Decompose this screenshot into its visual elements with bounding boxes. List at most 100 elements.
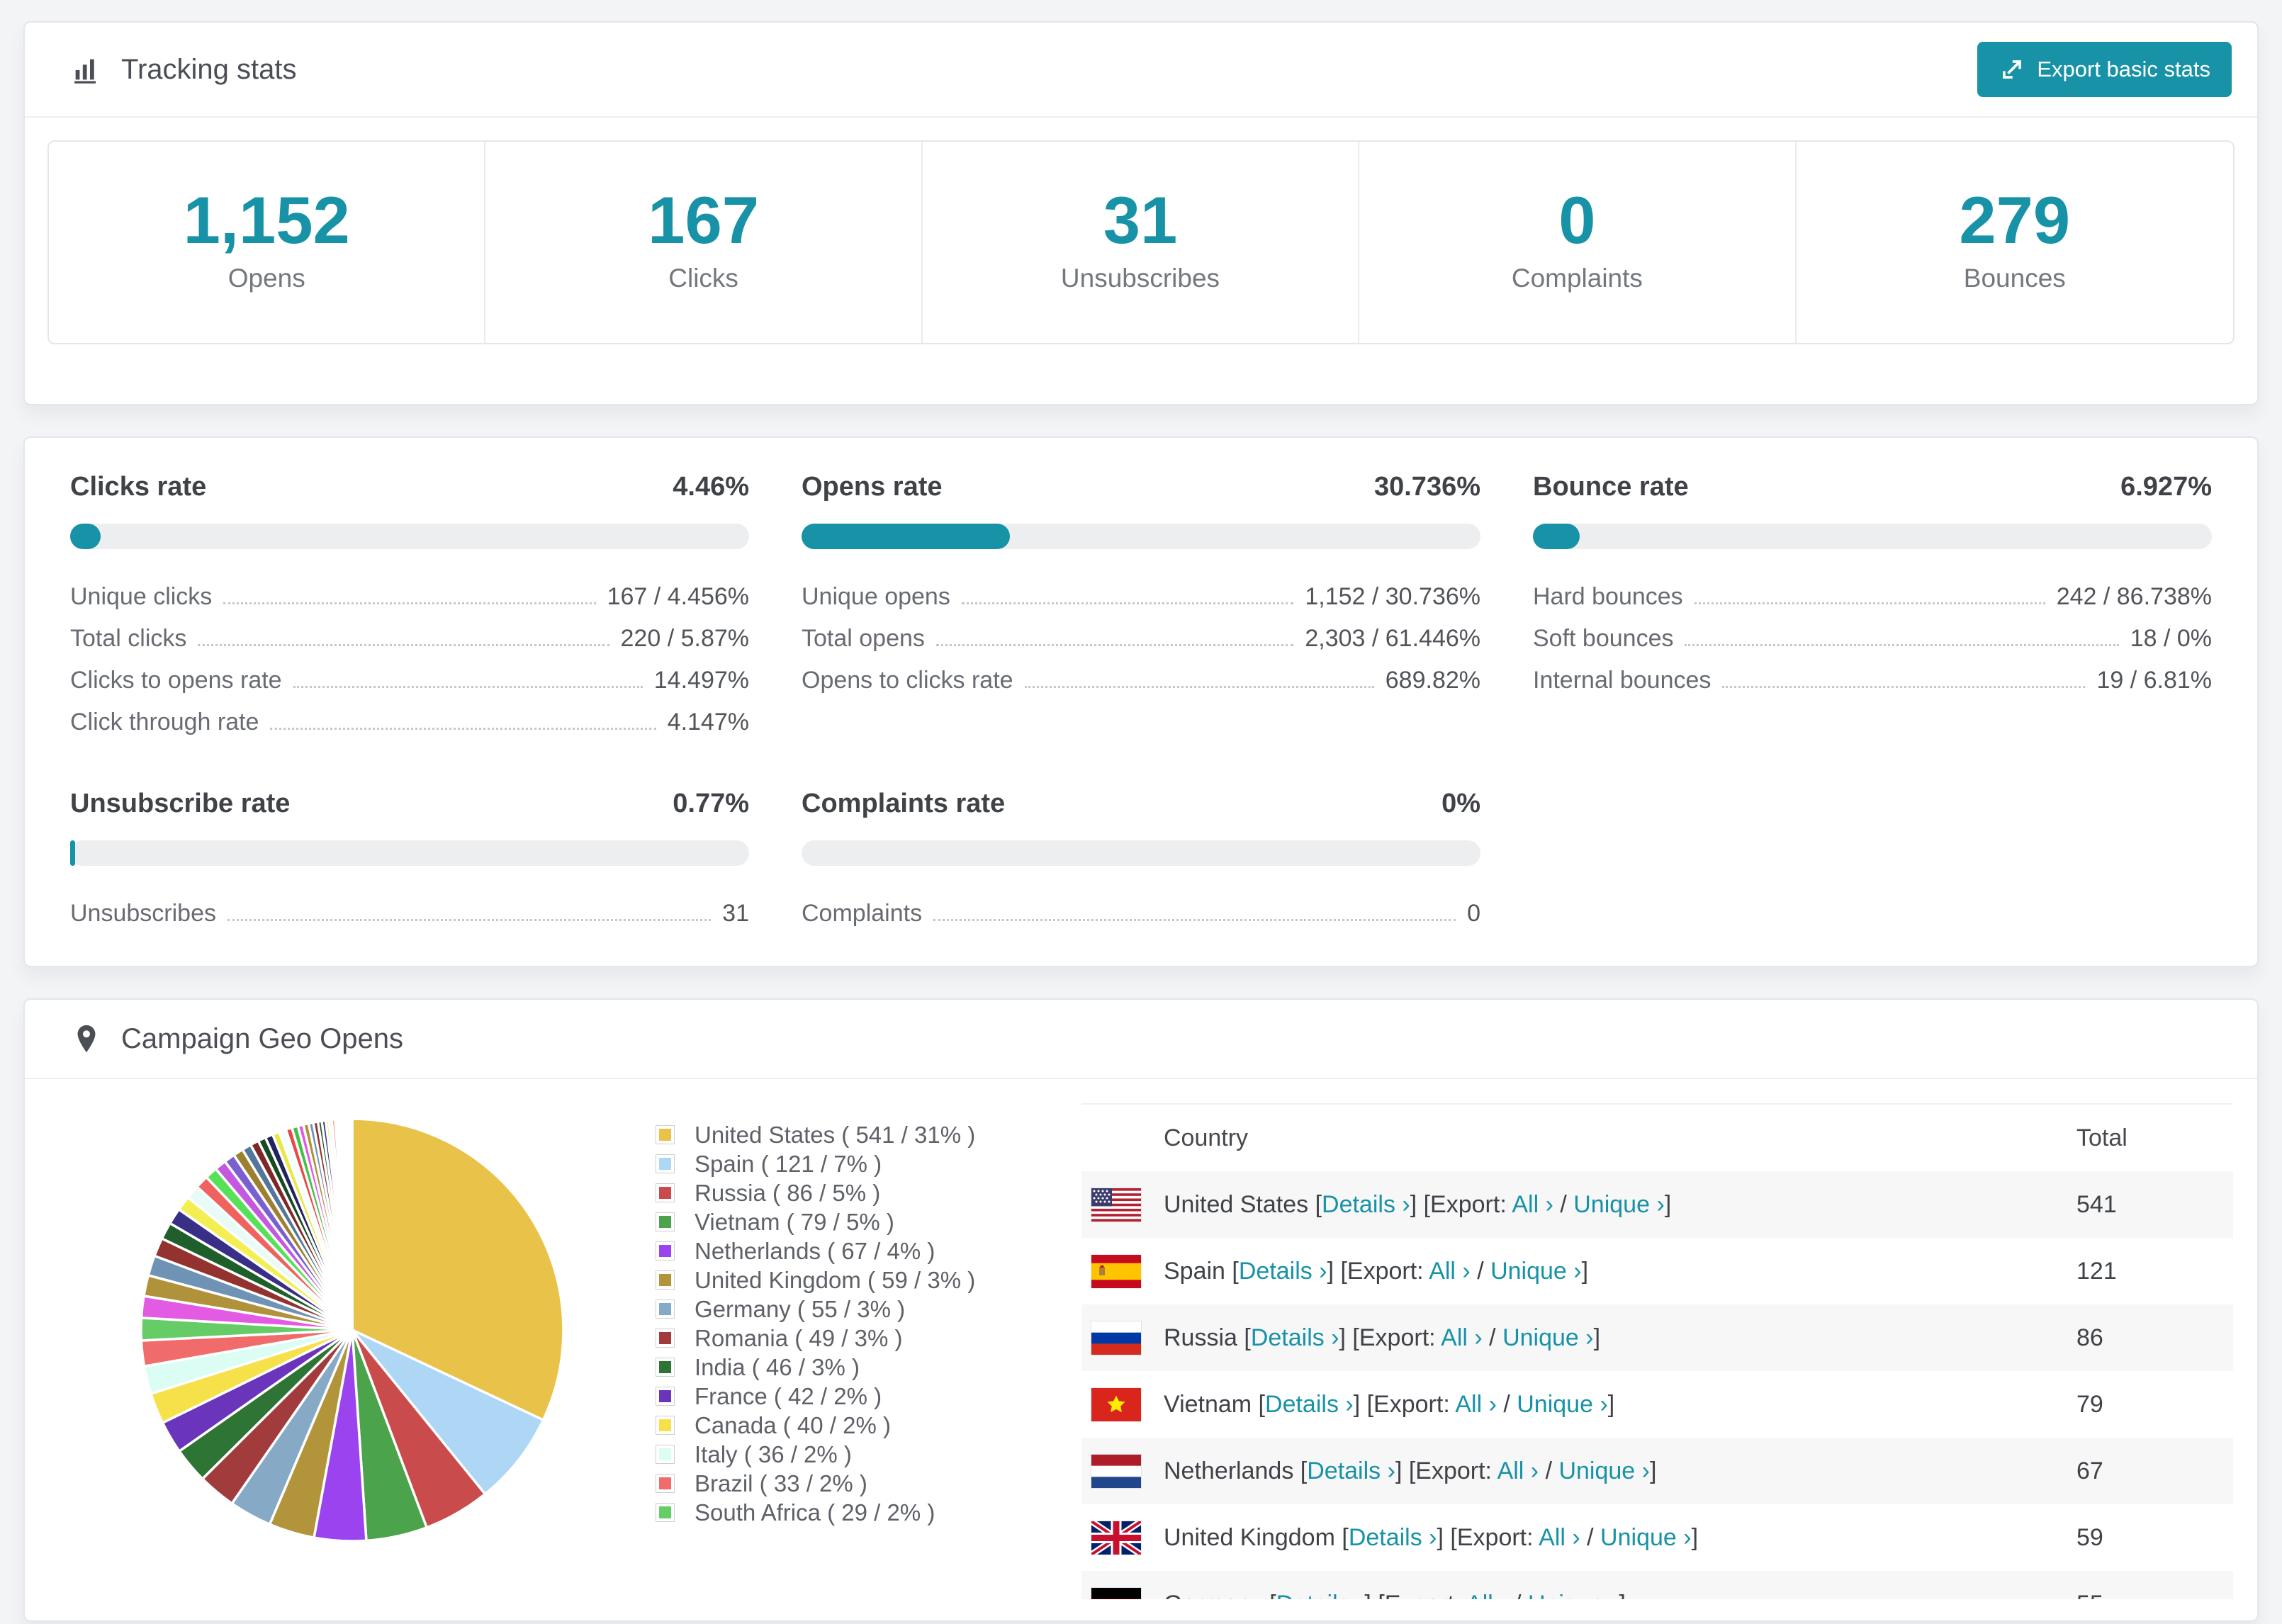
row-text-part: Russia [ <box>1164 1324 1251 1351</box>
stat-box: 31 Unsubscribes <box>923 142 1360 343</box>
rate-items: Hard bounces 242 / 86.738% Soft bounces 18 … <box>1533 576 2212 701</box>
details-link[interactable]: Details › <box>1265 1391 1354 1418</box>
flag-gb-icon <box>1091 1521 1141 1555</box>
geo-table-clip: Country Total United States [Details ›] … <box>1081 1103 2233 1599</box>
flag-nl-icon <box>1091 1454 1141 1488</box>
stat-value: 279 <box>1959 183 2071 257</box>
details-link[interactable]: Details › <box>1322 1191 1410 1218</box>
rate-item-value: 18 / 0% <box>2130 625 2212 652</box>
rate-block: Clicks rate 4.46% Unique clicks 167 / 4.456… <box>70 472 749 743</box>
rate-value: 6.927% <box>2120 472 2212 502</box>
rate-title-row: Clicks rate 4.46% <box>70 472 749 502</box>
details-link[interactable]: Details › <box>1251 1324 1339 1351</box>
export-basic-stats-button[interactable]: Export basic stats <box>1977 42 2232 97</box>
country-cell: Vietnam [Details ›] [Export: All › / Uni… <box>1164 1391 2076 1419</box>
stat-label: Bounces <box>1963 264 2066 293</box>
stat-box: 0 Complaints <box>1359 142 1797 343</box>
table-row: United Kingdom [Details ›] [Export: All … <box>1081 1504 2233 1571</box>
export-unique-link[interactable]: Unique › <box>1502 1324 1594 1351</box>
tracking-stats-title-text: Tracking stats <box>121 53 297 85</box>
rate-item-value: 167 / 4.456% <box>607 583 749 610</box>
legend-label: United States ( 541 / 31% ) <box>695 1121 976 1148</box>
total-cell: 86 <box>2076 1324 2103 1351</box>
legend-label: Vietnam ( 79 / 5% ) <box>695 1208 894 1235</box>
export-all-link[interactable]: All › <box>1512 1191 1553 1218</box>
geo-opens-title: Campaign Geo Opens <box>70 1022 403 1055</box>
details-link[interactable]: Details › <box>1276 1591 1365 1600</box>
progress-bar <box>802 524 1480 549</box>
total-cell: 79 <box>2076 1390 2103 1418</box>
stat-label: Unsubscribes <box>1060 264 1220 293</box>
rate-items: Unique clicks 167 / 4.456% Total clicks 220… <box>70 576 749 743</box>
rate-block: Unsubscribe rate 0.77% Unsubscribes 31 <box>70 789 749 935</box>
progress-bar-fill <box>70 840 76 866</box>
rate-item-value: 242 / 86.738% <box>2056 583 2212 610</box>
tracking-stats-header: Tracking stats Export basic stats <box>25 23 2257 118</box>
export-all-link[interactable]: All › <box>1441 1324 1483 1351</box>
export-unique-link[interactable]: Unique › <box>1528 1591 1619 1600</box>
flag-ru-icon <box>1091 1321 1141 1355</box>
export-unique-link[interactable]: Unique › <box>1517 1391 1608 1418</box>
geo-table: Country Total United States [Details ›] … <box>1081 1103 2233 1599</box>
export-all-link[interactable]: All › <box>1429 1258 1471 1285</box>
legend-item: Canada ( 40 / 2% ) <box>656 1411 1081 1440</box>
map-pin-icon <box>70 1022 103 1055</box>
export-all-link[interactable]: All › <box>1466 1591 1508 1600</box>
row-text-part: Spain [ <box>1164 1257 1239 1285</box>
country-cell: Netherlands [Details ›] [Export: All › /… <box>1164 1457 2076 1485</box>
rate-title-row: Complaints rate 0% <box>802 789 1480 819</box>
legend-swatch <box>656 1154 675 1173</box>
progress-bar-fill <box>70 524 101 549</box>
geo-table-header: Country Total <box>1081 1105 2233 1171</box>
flag-es-icon <box>1091 1254 1141 1288</box>
row-text-part: / <box>1580 1523 1601 1551</box>
row-text-part: / <box>1470 1257 1491 1285</box>
geo-pie-chart <box>125 1103 579 1557</box>
table-row: Netherlands [Details ›] [Export: All › /… <box>1081 1438 2233 1504</box>
rate-item-value: 1,152 / 30.736% <box>1305 583 1480 610</box>
rate-item: Internal bounces 19 / 6.81% <box>1533 660 2212 701</box>
rate-item-label: Clicks to opens rate <box>70 667 282 694</box>
rate-title-row: Unsubscribe rate 0.77% <box>70 789 749 819</box>
rate-item-label: Hard bounces <box>1533 583 1683 610</box>
total-cell: 541 <box>2076 1190 2117 1218</box>
stat-box: 1,152 Opens <box>49 142 486 343</box>
export-unique-link[interactable]: Unique › <box>1558 1457 1650 1484</box>
rate-item-label: Internal bounces <box>1533 667 1712 694</box>
progress-bar <box>1533 524 2212 549</box>
stat-value: 31 <box>1103 183 1178 257</box>
rate-item: Unique clicks 167 / 4.456% <box>70 576 749 618</box>
total-cell: 67 <box>2076 1457 2103 1484</box>
geo-opens-title-text: Campaign Geo Opens <box>121 1022 404 1054</box>
progress-bar <box>802 840 1480 866</box>
row-text-part: / <box>1553 1190 1574 1218</box>
details-link[interactable]: Details › <box>1307 1457 1395 1484</box>
row-text-part: United Kingdom [ <box>1164 1523 1349 1551</box>
rate-item-value: 19 / 6.81% <box>2096 667 2212 694</box>
details-link[interactable]: Details › <box>1239 1258 1327 1285</box>
legend-item: South Africa ( 29 / 2% ) <box>656 1498 1081 1527</box>
row-text-part: ] <box>1664 1190 1672 1218</box>
export-all-link[interactable]: All › <box>1497 1457 1539 1484</box>
rate-item-label: Complaints <box>802 900 923 927</box>
country-cell: United States [Details ›] [Export: All ›… <box>1164 1191 2076 1219</box>
rate-item: Hard bounces 242 / 86.738% <box>1533 576 2212 618</box>
rate-item: Total opens 2,303 / 61.446% <box>802 618 1480 660</box>
export-unique-link[interactable]: Unique › <box>1600 1524 1692 1551</box>
rate-item-label: Unique clicks <box>70 583 213 610</box>
dotted-leader <box>1024 686 1374 688</box>
rate-items: Unsubscribes 31 <box>70 893 749 935</box>
rate-title: Complaints rate <box>802 789 1006 818</box>
rate-item-label: Soft bounces <box>1533 625 1674 652</box>
stat-box: 279 Bounces <box>1797 142 2233 343</box>
export-all-link[interactable]: All › <box>1455 1391 1497 1418</box>
stat-value: 167 <box>648 183 760 257</box>
export-all-link[interactable]: All › <box>1539 1524 1580 1551</box>
export-unique-link[interactable]: Unique › <box>1490 1258 1582 1285</box>
country-cell: Russia [Details ›] [Export: All › / Uniq… <box>1164 1324 2076 1352</box>
export-unique-link[interactable]: Unique › <box>1573 1191 1665 1218</box>
legend-label: India ( 46 / 3% ) <box>695 1353 860 1380</box>
details-link[interactable]: Details › <box>1349 1524 1437 1551</box>
legend-label: Russia ( 86 / 5% ) <box>695 1179 881 1206</box>
stat-label: Opens <box>227 264 305 293</box>
